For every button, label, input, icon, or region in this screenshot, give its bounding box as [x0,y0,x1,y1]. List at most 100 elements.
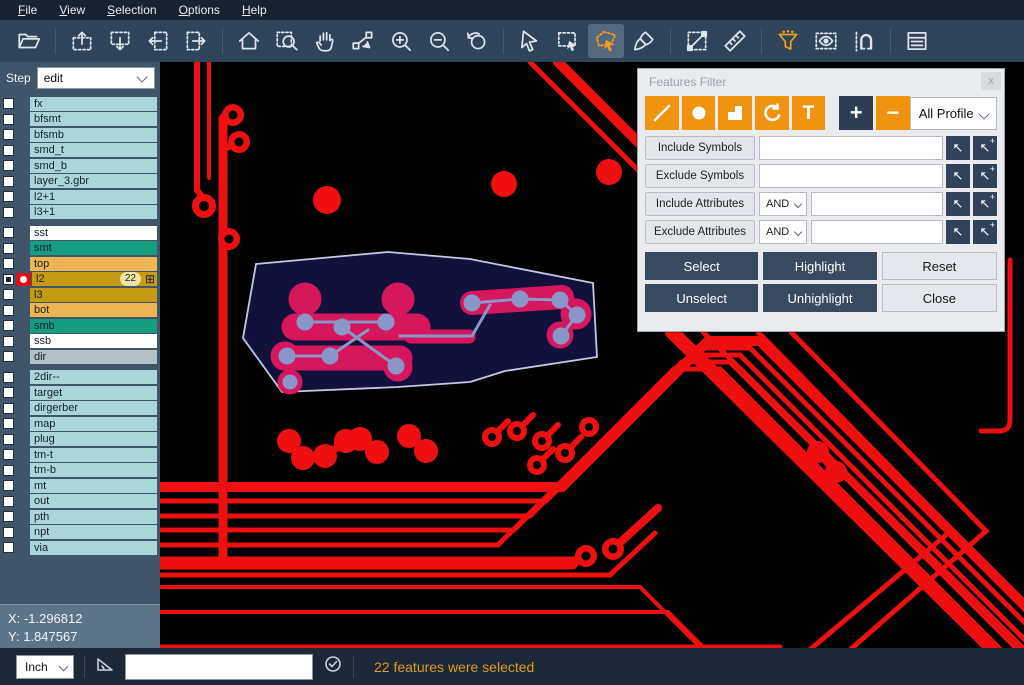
layer-visibility-checkbox[interactable] [3,465,14,476]
layer-visibility-checkbox[interactable] [3,480,14,491]
layer-name[interactable]: l2 22 ⊞ [32,272,157,286]
layer-name[interactable]: pth [30,510,157,524]
layer-visibility-checkbox[interactable] [3,176,14,187]
pick-symbol-button[interactable]: ↖ [946,136,970,160]
layer-name[interactable]: smd_b [30,159,157,173]
layer-name[interactable]: smd_t [30,143,157,157]
layer-name[interactable]: smt [30,241,157,255]
measure-button[interactable] [679,24,715,58]
select-button[interactable]: Select [645,252,758,280]
step-select[interactable]: edit [37,67,155,89]
layer-visibility-checkbox[interactable] [3,434,14,445]
layer-row[interactable]: smd_b [0,158,160,174]
layer-row[interactable]: plug [0,432,160,448]
pick-add-attribute-button[interactable]: ↖+ [973,192,997,216]
layer-visibility-checkbox[interactable] [3,511,14,522]
layer-name[interactable]: l3 [30,288,157,302]
layer-name[interactable]: bfsmt [30,112,157,126]
layer-visibility-checkbox[interactable] [3,542,14,553]
layer-name[interactable]: l2+1 [30,190,157,204]
exclude-attributes-button[interactable]: Exclude Attributes [645,220,755,244]
layer-visibility-checkbox[interactable] [3,372,14,383]
layer-name[interactable]: 2dir-- [30,370,157,384]
layer-name[interactable]: dir [30,350,157,364]
layer-row[interactable]: dirgerber [0,401,160,417]
layer-visibility-checkbox[interactable] [3,129,14,140]
menu-view[interactable]: View [49,1,95,19]
layer-name[interactable]: ssb [30,334,157,348]
layer-name[interactable]: map [30,417,157,431]
include-attributes-button[interactable]: Include Attributes [645,192,755,216]
layer-name[interactable]: smb [30,319,157,333]
layer-row[interactable]: ssb [0,334,160,350]
layer-row[interactable]: layer_3.gbr [0,174,160,190]
include-attributes-logic-select[interactable]: AND [759,192,807,216]
close-button[interactable]: Close [882,284,997,312]
grid-icon[interactable]: ⊞ [145,273,155,285]
layer-name[interactable]: layer_3.gbr [30,174,157,188]
pick-attribute-button[interactable]: ↖ [946,220,970,244]
layer-visibility-checkbox[interactable] [3,98,14,109]
zoom-previous-button[interactable] [459,24,495,58]
layer-row[interactable]: smd_t [0,143,160,159]
layer-name[interactable]: mt [30,479,157,493]
layer-name[interactable]: top [30,257,157,271]
layer-visibility-checkbox[interactable] [3,336,14,347]
include-symbols-button[interactable]: Include Symbols [645,136,755,160]
layer-visibility-checkbox[interactable] [3,449,14,460]
layer-name[interactable]: bfsmb [30,128,157,142]
menu-selection[interactable]: Selection [97,1,166,19]
units-select[interactable]: Inch [16,655,74,679]
layer-name[interactable]: tm-t [30,448,157,462]
zoom-out-button[interactable] [421,24,457,58]
layer-name[interactable]: npt [30,525,157,539]
layer-row[interactable]: smt [0,241,160,257]
pan-down-button[interactable] [102,24,138,58]
menu-file[interactable]: File [8,1,47,19]
layer-row[interactable]: pth [0,509,160,525]
layer-visibility-checkbox[interactable] [3,258,14,269]
menu-options[interactable]: Options [169,1,230,19]
refresh-status-button[interactable] [323,654,343,679]
ruler-button[interactable] [717,24,753,58]
layer-name[interactable]: sst [30,226,157,240]
features-filter-button[interactable] [770,24,806,58]
exclude-symbols-input[interactable] [759,164,943,188]
layer-row[interactable]: smb [0,318,160,334]
layer-row-selected[interactable]: l2 22 ⊞ [0,272,160,288]
layer-row[interactable]: map [0,416,160,432]
move-vertex-button[interactable] [345,24,381,58]
unselect-button[interactable]: Unselect [645,284,758,312]
select-arrow-button[interactable] [512,24,548,58]
exclude-attributes-input[interactable] [811,220,943,244]
layer-name[interactable]: bot [30,303,157,317]
layer-name[interactable]: fx [30,97,157,111]
zoom-in-button[interactable] [383,24,419,58]
layer-name[interactable]: out [30,494,157,508]
layer-row[interactable]: npt [0,525,160,541]
dialog-title-bar[interactable]: Features Filter x [638,69,1004,94]
layer-visibility-checkbox[interactable] [3,305,14,316]
layer-visibility-checkbox[interactable] [3,227,14,238]
layer-row[interactable]: tm-b [0,463,160,479]
layer-visibility-checkbox[interactable] [3,527,14,538]
text-type-button[interactable]: T [792,96,826,130]
command-input[interactable] [125,654,313,680]
home-view-button[interactable] [231,24,267,58]
layer-row[interactable]: out [0,494,160,510]
layer-row[interactable]: target [0,385,160,401]
surface-type-button[interactable] [718,96,752,130]
layer-row[interactable]: sst [0,225,160,241]
close-icon[interactable]: x [981,72,1001,90]
layer-visibility-checkbox[interactable] [3,114,14,125]
pick-symbol-button[interactable]: ↖ [946,164,970,188]
include-symbols-input[interactable] [759,136,943,160]
angle-mode-button[interactable] [95,654,115,679]
layer-visibility-checkbox[interactable] [3,243,14,254]
layer-row[interactable]: 2dir-- [0,370,160,386]
layer-visibility-checkbox[interactable] [3,289,14,300]
brush-select-button[interactable] [626,24,662,58]
include-attributes-input[interactable] [811,192,943,216]
layer-row[interactable]: bot [0,303,160,319]
poly-select-button[interactable] [588,24,624,58]
